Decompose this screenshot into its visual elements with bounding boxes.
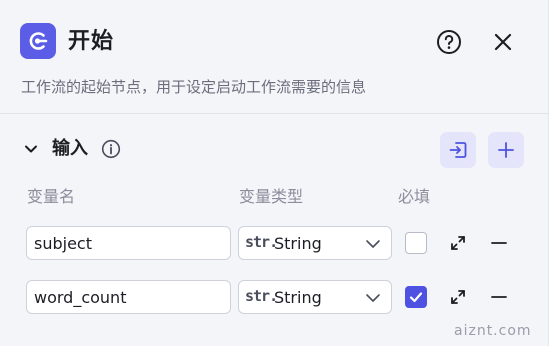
variable-name-input[interactable] — [26, 280, 231, 314]
minus-icon[interactable] — [490, 234, 508, 252]
required-checkbox[interactable] — [405, 232, 427, 254]
expand-icon[interactable] — [449, 288, 467, 306]
chevron-down-icon[interactable] — [22, 140, 40, 158]
start-node-icon — [20, 23, 56, 59]
watermark: aiznt.com — [454, 323, 532, 339]
close-icon[interactable] — [490, 29, 516, 55]
column-header-type: 变量类型 — [239, 187, 304, 206]
page-title: 开始 — [68, 29, 115, 54]
import-icon — [449, 142, 467, 158]
variable-type-select[interactable]: str. String — [238, 280, 392, 314]
section-title-inputs: 输入 — [52, 138, 88, 159]
start-node-panel: 开始 工作流的起始节点，用于设定启动工作流需要的信息 输入 变量名 变量类型 必… — [0, 0, 549, 346]
column-header-name: 变量名 — [27, 187, 76, 206]
variable-type-select[interactable]: str. String — [238, 226, 392, 260]
variable-type-label: String — [274, 234, 322, 253]
column-header-required: 必填 — [398, 187, 431, 206]
variable-row: str. String — [0, 226, 549, 262]
variable-row: str. String — [0, 280, 549, 316]
import-button[interactable] — [440, 132, 476, 168]
info-icon[interactable] — [101, 139, 121, 159]
string-type-icon: str. — [245, 233, 278, 251]
add-variable-button[interactable] — [488, 132, 524, 168]
expand-icon[interactable] — [449, 234, 467, 252]
node-description: 工作流的起始节点，用于设定启动工作流需要的信息 — [21, 78, 367, 96]
minus-icon[interactable] — [490, 288, 508, 306]
string-type-icon: str. — [245, 287, 278, 305]
help-icon[interactable] — [436, 29, 462, 55]
required-checkbox[interactable] — [405, 286, 427, 308]
chevron-down-icon — [366, 294, 380, 302]
checkmark-icon — [409, 292, 423, 303]
chevron-down-icon — [366, 240, 380, 248]
variable-name-input[interactable] — [26, 226, 231, 260]
variable-type-label: String — [274, 288, 322, 307]
divider — [0, 113, 549, 114]
plus-icon — [498, 142, 514, 158]
